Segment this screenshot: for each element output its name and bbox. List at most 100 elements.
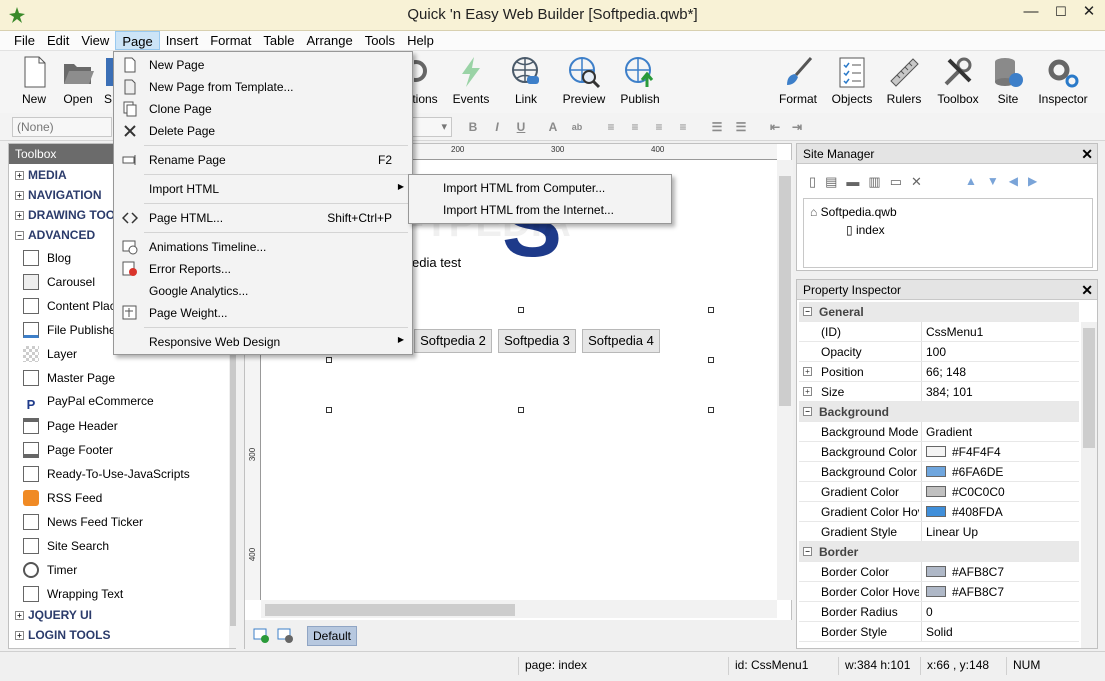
menu-button-softpedia-4[interactable]: Softpedia 4 xyxy=(582,329,660,353)
toolbox-item-content-placeholder[interactable]: Content Plac xyxy=(23,298,116,318)
canvas-h-scroll-thumb[interactable] xyxy=(265,604,515,616)
menu-item-page-weight[interactable]: Page Weight... xyxy=(116,302,410,324)
menu-file[interactable]: File xyxy=(8,31,41,50)
property-row[interactable]: Gradient Style Linear Up xyxy=(799,522,1079,542)
property-value[interactable]: #F4F4F4 xyxy=(921,442,1079,461)
menu-item-google-analytics[interactable]: Google Analytics... xyxy=(116,280,410,302)
format-button[interactable]: Format xyxy=(776,55,820,111)
inspector-button[interactable]: Inspector xyxy=(1036,55,1090,111)
objects-button[interactable]: Objects xyxy=(828,55,876,111)
category-jquery-ui[interactable]: + JQUERY UI xyxy=(15,608,92,628)
property-section[interactable]: − Border xyxy=(799,542,1079,562)
selection-handle[interactable] xyxy=(518,307,524,313)
toolbox-item-javascripts[interactable]: Ready-To-Use-JavaScripts xyxy=(23,466,190,486)
category-drawing-tools[interactable]: + DRAWING TOO xyxy=(15,208,115,228)
toolbox-item-wrapping-text[interactable]: Wrapping Text xyxy=(23,586,123,606)
menu-item-import-html[interactable]: Import HTML ▶ xyxy=(116,178,410,200)
canvas-v-scroll-thumb[interactable] xyxy=(779,176,791,406)
category-navigation[interactable]: + NAVIGATION xyxy=(15,188,102,208)
highlight-icon[interactable]: ab xyxy=(568,118,586,136)
menu-help[interactable]: Help xyxy=(401,31,440,50)
menu-button-softpedia-2[interactable]: Softpedia 2 xyxy=(414,329,492,353)
category-advanced[interactable]: − ADVANCED xyxy=(15,228,95,248)
rulers-button[interactable]: Rulers xyxy=(884,55,924,111)
site-manager-close-icon[interactable]: ✕ xyxy=(1081,146,1093,163)
tab-default[interactable]: Default xyxy=(307,626,357,646)
menu-view[interactable]: View xyxy=(75,31,115,50)
toolbox-item-page-footer[interactable]: Page Footer xyxy=(23,442,113,462)
menu-item-clone-page[interactable]: Clone Page xyxy=(116,98,410,120)
property-value[interactable]: #408FDA xyxy=(921,502,1079,521)
justify-icon[interactable]: ≡ xyxy=(674,118,692,136)
site-tree-page-index[interactable]: ▯ index xyxy=(846,223,885,237)
page-settings-icon[interactable] xyxy=(277,627,293,643)
property-row[interactable]: Gradient Color Hov #408FDA xyxy=(799,502,1079,522)
property-row[interactable]: (ID) CssMenu1 xyxy=(799,322,1079,342)
add-page-icon[interactable] xyxy=(253,627,269,643)
menu-arrange[interactable]: Arrange xyxy=(300,31,358,50)
collapse-icon[interactable]: − xyxy=(803,307,812,316)
menu-button-softpedia-3[interactable]: Softpedia 3 xyxy=(498,329,576,353)
bullet-list-icon[interactable]: ☰ xyxy=(708,118,726,136)
menu-edit[interactable]: Edit xyxy=(41,31,75,50)
toolbox-item-news-ticker[interactable]: News Feed Ticker xyxy=(23,514,143,534)
property-section[interactable]: − General xyxy=(799,302,1079,322)
new-button[interactable]: New xyxy=(14,55,54,111)
open-button[interactable]: Open xyxy=(58,55,98,111)
property-row[interactable]: Border Radius 0 xyxy=(799,602,1079,622)
property-row[interactable]: Background Color #F4F4F4 xyxy=(799,442,1079,462)
selection-handle[interactable] xyxy=(708,407,714,413)
property-row[interactable]: Background Mode Gradient xyxy=(799,422,1079,442)
selection-handle[interactable] xyxy=(708,307,714,313)
collapse-icon[interactable]: − xyxy=(803,407,812,416)
outdent-icon[interactable]: ⇤ xyxy=(766,118,784,136)
menu-item-new-page-template[interactable]: New Page from Template... xyxy=(116,76,410,98)
property-row[interactable]: Gradient Color #C0C0C0 xyxy=(799,482,1079,502)
category-login-tools[interactable]: + LOGIN TOOLS xyxy=(15,628,110,648)
property-value[interactable]: 384; 101 xyxy=(921,382,1079,401)
property-row[interactable]: Background Color #6FA6DE xyxy=(799,462,1079,482)
toolbox-item-file-publisher[interactable]: File Publishe xyxy=(23,322,116,342)
font-color-icon[interactable]: A xyxy=(544,118,562,136)
font-size-select[interactable]: ▾ xyxy=(412,117,452,137)
property-value[interactable]: #AFB8C7 xyxy=(921,562,1079,581)
menu-item-page-html[interactable]: Page HTML... Shift+Ctrl+P xyxy=(116,207,410,229)
property-value[interactable]: CssMenu1 xyxy=(921,322,1079,341)
property-value[interactable]: Linear Up xyxy=(921,522,1079,541)
menu-format[interactable]: Format xyxy=(204,31,257,50)
property-value[interactable]: 0 xyxy=(921,602,1079,621)
property-row[interactable]: Border Color Hove #AFB8C7 xyxy=(799,582,1079,602)
site-manager-arrows[interactable]: ▲▼◀▶ xyxy=(965,174,1047,188)
toolbox-item-master-page[interactable]: Master Page xyxy=(23,370,115,390)
site-manager-toolbar[interactable]: ▯▤▬▥▭✕ xyxy=(809,174,931,190)
expand-icon[interactable]: + xyxy=(803,387,812,396)
menu-item-responsive-design[interactable]: Responsive Web Design ▶ xyxy=(116,331,410,353)
property-row[interactable]: + Position 66; 148 xyxy=(799,362,1079,382)
submenu-import-from-computer[interactable]: Import HTML from Computer... xyxy=(411,177,669,199)
menu-tools[interactable]: Tools xyxy=(359,31,401,50)
property-inspector-close-icon[interactable]: ✕ xyxy=(1081,282,1093,299)
close-button[interactable]: ✕ xyxy=(1074,0,1104,24)
expand-icon[interactable]: + xyxy=(803,367,812,376)
events-button[interactable]: Events xyxy=(450,55,492,111)
menu-insert[interactable]: Insert xyxy=(160,31,205,50)
collapse-icon[interactable]: − xyxy=(803,547,812,556)
property-row[interactable]: Border Style Solid xyxy=(799,622,1079,642)
property-value[interactable]: #AFB8C7 xyxy=(921,582,1079,601)
toolbox-item-site-search[interactable]: Site Search xyxy=(23,538,109,558)
property-value[interactable]: Gradient xyxy=(921,422,1079,441)
property-value[interactable]: Solid xyxy=(921,622,1079,641)
selection-handle[interactable] xyxy=(518,407,524,413)
toolbox-item-blog[interactable]: Blog xyxy=(23,250,71,270)
indent-icon[interactable]: ⇥ xyxy=(788,118,806,136)
menu-item-delete-page[interactable]: Delete Page xyxy=(116,120,410,142)
property-scroll-thumb[interactable] xyxy=(1083,328,1095,448)
style-select[interactable]: (None) xyxy=(12,117,112,137)
property-row[interactable]: Opacity 100 xyxy=(799,342,1079,362)
site-tree-root[interactable]: ⌂ Softpedia.qwb xyxy=(810,205,897,219)
toolbox-item-page-header[interactable]: Page Header xyxy=(23,418,118,438)
bold-button[interactable]: B xyxy=(464,118,482,136)
site-button[interactable]: Site xyxy=(988,55,1028,111)
underline-button[interactable]: U xyxy=(512,118,530,136)
toolbox-item-timer[interactable]: Timer xyxy=(23,562,77,582)
